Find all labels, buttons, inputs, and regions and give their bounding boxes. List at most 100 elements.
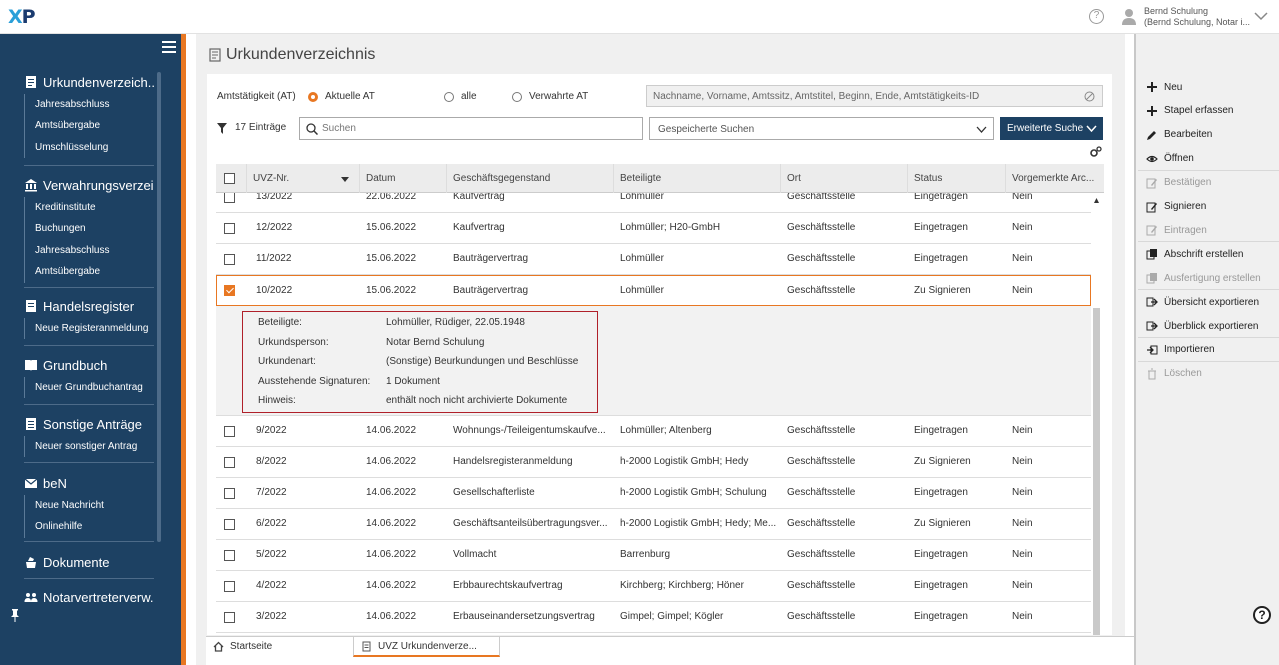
user-info[interactable]: Bernd Schulung (Bernd Schulung, Notar i.… — [1144, 6, 1250, 28]
tab-startseite[interactable]: Startseite — [206, 637, 280, 657]
sidebar-item[interactable]: Umschlüsselung — [25, 137, 154, 158]
action-abschrift-erstellen[interactable]: Abschrift erstellen — [1146, 242, 1274, 266]
filter-icon[interactable] — [217, 123, 227, 134]
sidebar-item[interactable]: Neue Nachricht — [25, 495, 154, 516]
row-checkbox[interactable] — [224, 426, 235, 437]
sidebar-items: Jahresabschluss Amtsübergabe Umschlüsselun… — [24, 94, 154, 159]
col-datum[interactable]: Datum — [359, 164, 446, 193]
table-row[interactable]: 5/2022 14.06.2022 Vollmacht Barrenburg Gesch… — [216, 540, 1091, 571]
scrollbar-thumb[interactable] — [1093, 308, 1100, 635]
row-checkbox[interactable] — [224, 457, 235, 468]
row-checkbox[interactable] — [224, 488, 235, 499]
sidebar-section-title[interactable]: Grundbuch — [24, 356, 154, 374]
action-neu[interactable]: Neu — [1146, 75, 1274, 99]
action-eintragen[interactable]: Eintragen — [1146, 218, 1274, 242]
radio-verwahrte-at-label[interactable]: Verwahrte AT — [529, 91, 588, 102]
sidebar-item[interactable]: Amtsübergabe — [25, 115, 154, 136]
search-input[interactable]: Suchen — [299, 117, 643, 140]
radio-aktuelle-at[interactable] — [308, 92, 318, 102]
row-checkbox[interactable] — [224, 581, 235, 592]
action-löschen[interactable]: Löschen — [1146, 362, 1274, 386]
cell-beteiligte: Lohmüller — [620, 253, 664, 264]
sort-desc-icon[interactable] — [341, 177, 349, 182]
sidebar-items: Kreditinstitute Buchungen Jahresabschluss A… — [24, 197, 154, 283]
action-stapel-erfassen[interactable]: Stapel erfassen — [1146, 99, 1274, 123]
col-gegenstand[interactable]: Geschäftsgegenstand — [446, 164, 613, 193]
col-status[interactable]: Status — [907, 164, 1005, 193]
radio-verwahrte-at[interactable] — [512, 92, 522, 102]
action-ausfertigung-erstellen[interactable]: Ausfertigung erstellen — [1146, 266, 1274, 290]
action-label: Stapel erfassen — [1164, 105, 1234, 117]
table-row[interactable]: 13/2022 22.06.2022 Kaufvertrag Lohmüller Ges… — [216, 193, 1091, 213]
col-vorgemerkte-archivierung[interactable]: Vorgemerkte Arc... — [1005, 164, 1104, 193]
cell-gegenstand: Bauträgervertrag — [453, 253, 529, 264]
at-search-input[interactable]: Nachname, Vorname, Amtssitz, Amtstitel, … — [646, 85, 1103, 107]
saved-searches-select[interactable]: Gespeicherte Suchen — [649, 117, 994, 140]
table-row[interactable]: 11/2022 15.06.2022 Bauträgervertrag Lohmüll… — [216, 244, 1091, 275]
row-checkbox[interactable] — [224, 223, 235, 234]
scroll-up-icon[interactable] — [1094, 198, 1099, 203]
help-icon[interactable]: ? — [1089, 9, 1104, 24]
table-scrollbar[interactable] — [1092, 193, 1101, 635]
table-row[interactable]: 8/2022 14.06.2022 Handelsregisteranmeldung… — [216, 447, 1091, 478]
cell-beteiligte: Barrenburg — [620, 549, 671, 560]
sidebar-section-title[interactable]: Notarvertreterverw... — [24, 588, 154, 606]
sidebar-item[interactable]: Neuer sonstiger Antrag — [25, 436, 154, 457]
row-checkbox[interactable] — [224, 254, 235, 265]
radio-alle-label[interactable]: alle — [461, 91, 477, 102]
sidebar-item[interactable]: Kreditinstitute — [25, 197, 154, 218]
tab-uvz[interactable]: UVZ Urkundenverze... — [353, 637, 500, 657]
sidebar-section-title[interactable]: Dokumente — [24, 553, 154, 571]
table-row[interactable]: 7/2022 14.06.2022 Gesellschafterliste h-200… — [216, 478, 1091, 509]
advanced-search-button[interactable]: Erweiterte Suche — [1000, 117, 1103, 140]
sidebar-item[interactable]: Onlinehilfe — [25, 516, 154, 537]
menu-icon[interactable] — [162, 41, 176, 53]
sidebar-item[interactable]: Amtsübergabe — [25, 261, 154, 282]
radio-alle[interactable] — [444, 92, 454, 102]
action-öffnen[interactable]: Öffnen — [1146, 147, 1274, 171]
settings-icon[interactable] — [1090, 146, 1102, 158]
table-row[interactable]: 4/2022 14.06.2022 Erbbaurechtskaufvertrag K… — [216, 571, 1091, 602]
clear-icon[interactable] — [1084, 91, 1095, 102]
sidebar-item[interactable]: Jahresabschluss — [25, 240, 154, 261]
table-row[interactable]: 3/2022 14.06.2022 Erbauseinandersetzungsve… — [216, 602, 1091, 633]
sidebar-section-title[interactable]: Sonstige Anträge — [24, 415, 154, 433]
action-importieren[interactable]: Importieren — [1146, 338, 1274, 362]
action-bestätigen[interactable]: Bestätigen — [1146, 171, 1274, 195]
sidebar-item[interactable]: Jahresabschluss — [25, 94, 154, 115]
col-ort[interactable]: Ort — [780, 164, 907, 193]
table-row[interactable]: 12/2022 15.06.2022 Kaufvertrag Lohmüller; H… — [216, 213, 1091, 244]
sidebar-section-title[interactable]: beN — [24, 474, 154, 492]
cell-gegenstand: Handelsregisteranmeldung — [453, 456, 573, 467]
copy-icon — [1146, 273, 1157, 284]
sidebar-section-title[interactable]: Verwahrungsverzei... — [24, 176, 154, 194]
help-icon[interactable]: ? — [1253, 606, 1271, 624]
chevron-down-icon[interactable] — [1253, 8, 1269, 24]
sidebar-section-title[interactable]: Handelsregister — [24, 297, 154, 315]
pin-icon[interactable] — [9, 608, 21, 622]
row-checkbox[interactable] — [224, 550, 235, 561]
radio-aktuelle-at-label[interactable]: Aktuelle AT — [325, 91, 375, 102]
col-beteiligte[interactable]: Beteiligte — [613, 164, 780, 193]
table-row[interactable]: 10/2022 15.06.2022 Bauträgervertrag Lohmüll… — [216, 275, 1091, 306]
user-name: Bernd Schulung — [1144, 6, 1209, 16]
table-row[interactable]: 6/2022 14.06.2022 Geschäftsanteilsübertrag… — [216, 509, 1091, 540]
action-überblick-exportieren[interactable]: Überblick exportieren — [1146, 314, 1274, 338]
sidebar-item[interactable]: Buchungen — [25, 218, 154, 239]
cell-beteiligte: Lohmüller — [620, 193, 664, 202]
user-role: (Bernd Schulung, Notar i... — [1144, 17, 1251, 27]
action-signieren[interactable]: Signieren — [1146, 195, 1274, 219]
select-all-checkbox[interactable] — [224, 173, 235, 184]
row-checkbox[interactable] — [224, 519, 235, 530]
sidebar-item[interactable]: Neue Registeranmeldung — [25, 318, 154, 339]
table-row[interactable]: 9/2022 14.06.2022 Wohnungs-/Teileigentumsk… — [216, 416, 1091, 447]
sidebar-section-title[interactable]: Urkundenverzeich... — [24, 73, 154, 91]
row-checkbox[interactable] — [224, 193, 235, 203]
sidebar-scrollbar[interactable] — [157, 72, 161, 542]
action-übersicht-exportieren[interactable]: Übersicht exportieren — [1146, 290, 1274, 314]
sidebar-divider — [24, 287, 154, 288]
sidebar-item[interactable]: Neuer Grundbuchantrag — [25, 377, 154, 398]
action-bearbeiten[interactable]: Bearbeiten — [1146, 123, 1274, 147]
row-checkbox[interactable] — [224, 285, 235, 296]
row-checkbox[interactable] — [224, 612, 235, 623]
